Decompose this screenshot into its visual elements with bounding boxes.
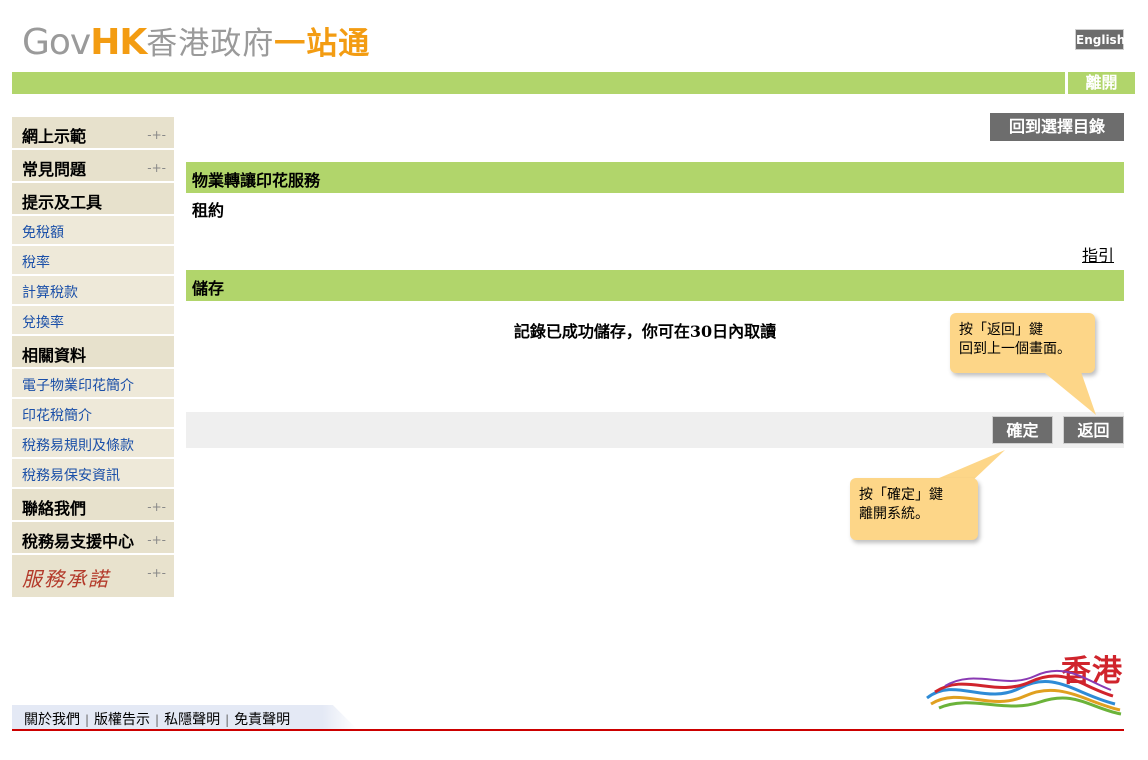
footer-divider <box>12 729 1124 731</box>
confirm-button-tooltip: 按「確定」鍵 離開系統。 <box>850 478 978 540</box>
sidebar-item-allowances[interactable]: 免稅額 <box>12 216 174 246</box>
sidebar-item-label: 稅務易支援中心 <box>22 532 135 551</box>
sidebar-item-label: 稅率 <box>22 255 50 271</box>
logo-zh-text: 香港政府 <box>146 26 275 62</box>
arrow-icon: -+- <box>147 566 166 580</box>
brand-hong-kong-logo: 香港 <box>925 646 1125 716</box>
sidebar-item-security-info[interactable]: 稅務易保安資訊 <box>12 459 174 489</box>
sidebar-item-tax-calculator[interactable]: 計算稅款 <box>12 276 174 306</box>
sidebar-heading-label: 相關資料 <box>22 346 87 365</box>
exit-button[interactable]: 離開 <box>1065 72 1135 94</box>
performance-pledge-logo: 服務承諾 <box>22 567 110 591</box>
sidebar-item-label: 電子物業印花簡介 <box>22 378 134 394</box>
sidebar-item-contact-us[interactable]: 聯絡我們 -+- <box>12 489 174 522</box>
sidebar-item-support-centre[interactable]: 稅務易支援中心 -+- <box>12 522 174 555</box>
tooltip-line: 離開系統。 <box>859 506 929 522</box>
sidebar-item-label: 稅務易保安資訊 <box>22 468 120 484</box>
footer-link-disclaimer[interactable]: 免責聲明 <box>234 712 290 728</box>
top-nav-bar <box>12 72 1135 94</box>
save-section-title: 儲存 <box>192 279 225 298</box>
sidebar: 網上示範 -+- 常見問題 -+- 提示及工具 免稅額 稅率 計算稅款 兌換率 … <box>12 117 174 599</box>
service-title: 物業轉讓印花服務 <box>192 171 321 190</box>
tooltip-pointer <box>1040 369 1096 415</box>
service-title-bar: 物業轉讓印花服務 <box>186 162 1124 193</box>
sidebar-item-tax-rates[interactable]: 稅率 <box>12 246 174 276</box>
footer-separator: | <box>155 713 160 727</box>
save-section-bar: 儲存 <box>186 270 1124 301</box>
arrow-icon: -+- <box>147 161 166 175</box>
sidebar-heading-tips-tools: 提示及工具 <box>12 183 174 216</box>
tooltip-line: 按「確定」鍵 <box>859 487 943 503</box>
action-bar <box>186 412 1124 448</box>
arrow-icon: -+- <box>147 128 166 142</box>
tooltip-line: 回到上一個畫面。 <box>959 341 1071 357</box>
tooltip-line: 按「返回」鍵 <box>959 322 1043 338</box>
document-type-label: 租約 <box>192 201 225 220</box>
footer-link-about-us[interactable]: 關於我們 <box>24 712 80 728</box>
sidebar-item-terms[interactable]: 稅務易規則及條款 <box>12 429 174 459</box>
sidebar-item-performance-pledge[interactable]: 服務承諾 -+- <box>12 555 174 599</box>
govhk-logo[interactable]: Gov HK 香港政府 一站通 <box>22 18 371 63</box>
arrow-icon: -+- <box>147 533 166 547</box>
sidebar-heading-label: 提示及工具 <box>22 193 103 212</box>
dragon-ribbon-icon <box>926 669 1122 716</box>
sidebar-item-exchange-rates[interactable]: 兌換率 <box>12 306 174 336</box>
footer-link-privacy[interactable]: 私隱聲明 <box>164 712 220 728</box>
sidebar-item-e-stamping-intro[interactable]: 電子物業印花簡介 <box>12 369 174 399</box>
back-button[interactable]: 返回 <box>1063 416 1124 444</box>
sidebar-item-faq[interactable]: 常見問題 -+- <box>12 150 174 183</box>
footer-separator: | <box>85 713 90 727</box>
footer-link-copyright[interactable]: 版權告示 <box>94 712 150 728</box>
sidebar-item-label: 免稅額 <box>22 225 64 241</box>
sidebar-item-label: 聯絡我們 <box>22 499 87 518</box>
back-to-list-button[interactable]: 回到選擇目錄 <box>990 113 1124 141</box>
logo-gov-text: Gov <box>22 22 91 63</box>
sidebar-item-label: 網上示範 <box>22 127 87 146</box>
sidebar-item-label: 常見問題 <box>22 160 87 179</box>
sidebar-item-label: 稅務易規則及條款 <box>22 438 134 454</box>
sidebar-item-stamp-duty-intro[interactable]: 印花稅簡介 <box>12 399 174 429</box>
footer-separator: | <box>225 713 230 727</box>
sidebar-item-online-demo[interactable]: 網上示範 -+- <box>12 117 174 150</box>
guide-link[interactable]: 指引 <box>1082 242 1114 266</box>
arrow-icon: -+- <box>147 500 166 514</box>
confirm-button[interactable]: 確定 <box>992 416 1053 444</box>
logo-one-stop-text: 一站通 <box>274 26 371 62</box>
back-button-tooltip: 按「返回」鍵 回到上一個畫面。 <box>950 313 1095 373</box>
sidebar-item-label: 計算稅款 <box>22 285 78 301</box>
logo-hk-text: HK <box>90 22 147 63</box>
sidebar-item-label: 兌換率 <box>22 315 64 331</box>
sidebar-heading-related-info: 相關資料 <box>12 336 174 369</box>
english-button[interactable]: English <box>1075 29 1125 50</box>
footer-links-bar: 關於我們 | 版權告示 | 私隱聲明 | 免責聲明 <box>12 705 357 729</box>
sidebar-item-label: 印花稅簡介 <box>22 408 92 424</box>
